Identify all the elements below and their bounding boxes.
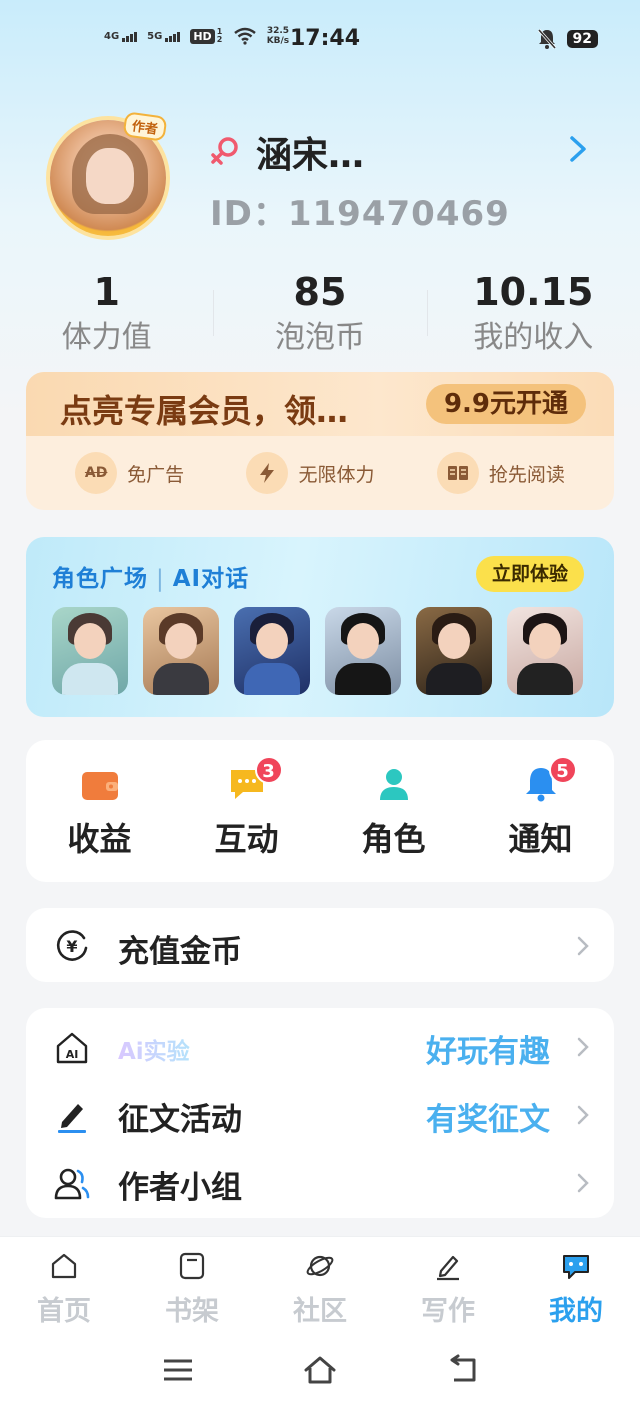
tab-write[interactable]: 写作 [384,1237,512,1338]
signal-5g-icon: 5G [147,31,181,42]
vip-perks: AD 免广告 无限体力 抢先阅读 [26,436,614,510]
home-nav-icon[interactable] [302,1354,338,1386]
perk-no-ads: AD 免广告 [75,452,184,494]
mute-bell-icon [537,29,556,49]
character-avatar[interactable] [234,607,310,695]
ai-lab-label: Ai实验 [118,1032,190,1066]
recharge-row[interactable]: ¥ 充值金币 [26,908,614,982]
signal-4g-icon: 4G [104,31,138,42]
status-right: 92 [537,28,598,50]
wallet-icon [81,772,118,800]
group-icon [54,1168,90,1200]
quick-notifications[interactable]: 5 通知 [467,740,614,882]
battery-indicator: 92 [566,30,598,48]
system-navigation-bar [0,1338,640,1408]
lightning-icon [246,452,289,494]
chevron-right-icon [577,1105,589,1125]
character-avatar[interactable] [325,607,401,695]
interaction-badge: 3 [254,756,283,784]
ai-house-icon: AI [56,1032,88,1064]
vip-title: 点亮专属会员，领… [60,392,349,430]
clock: 17:44 [290,26,361,51]
menu-icon[interactable] [160,1354,196,1386]
quick-actions-card: 收益 3 互动 角色 5 通知 [26,740,614,882]
person-icon [379,769,408,800]
quick-earnings[interactable]: 收益 [26,740,173,882]
stat-stamina[interactable]: 1 体力值 [0,266,213,366]
character-plaza-title: 角色广场 | AI对话 [52,566,250,592]
tab-mine[interactable]: 我的 [512,1237,640,1338]
tab-community[interactable]: 社区 [256,1237,384,1338]
chevron-right-icon [577,1173,589,1193]
character-avatar[interactable] [52,607,128,695]
username[interactable]: 涵宋… [256,126,364,178]
menu-row-ai-lab[interactable]: AI Ai实验 好玩有趣 [26,1012,614,1080]
avatar[interactable]: 作者 [46,111,170,236]
character-plaza-card[interactable]: 角色广场 | AI对话 立即体验 [26,537,614,717]
perk-early-reading: 抢先阅读 [436,452,565,494]
character-avatars [52,607,583,695]
stat-income[interactable]: 10.15 我的收入 [426,266,640,366]
svg-text:¥: ¥ [66,937,77,956]
status-left: 4G 5G HD 1 2 32.5 KB/s [104,26,289,46]
character-avatar[interactable] [416,607,492,695]
try-now-button[interactable]: 立即体验 [475,556,584,592]
menu-row-essay-contest[interactable]: 征文活动 有奖征文 [26,1080,614,1148]
home-icon [51,1253,77,1279]
back-icon[interactable] [444,1354,480,1386]
tab-bookshelf[interactable]: 书架 [128,1237,256,1338]
quick-character[interactable]: 角色 [320,740,467,882]
yuan-coin-icon: ¥ [56,930,88,961]
character-avatar[interactable] [507,607,583,695]
female-gender-icon [211,137,238,165]
wifi-icon [233,27,256,45]
bookshelf-icon [179,1252,205,1280]
hd-indicator: HD 1 2 [190,28,222,44]
status-bar: 4G 5G HD 1 2 32.5 KB/s 17:44 92 [0,0,640,80]
character-avatar[interactable] [143,607,219,695]
menu-row-author-group[interactable]: 作者小组 [26,1148,614,1216]
vip-banner[interactable]: 点亮专属会员，领… 9.9元开通 AD 免广告 无限体力 抢先阅读 [26,372,614,510]
write-icon [437,1255,459,1281]
no-ads-icon: AD [75,452,118,494]
svg-text:AI: AI [66,1048,79,1061]
pen-icon [58,1104,86,1133]
tab-home[interactable]: 首页 [0,1237,128,1338]
notification-badge: 5 [548,756,577,784]
recharge-card: ¥ 充值金币 [26,908,614,982]
bottom-tab-bar: 首页 书架 社区 写作 我的 [0,1236,640,1338]
menu-card: AI Ai实验 好玩有趣 征文活动 有奖征文 作者小组 [26,1008,614,1218]
quick-interaction[interactable]: 3 互动 [173,740,320,882]
stats-row: 1 体力值 85 泡泡币 10.15 我的收入 [0,266,640,366]
user-id: ID：119470469 [210,194,510,234]
chevron-right-icon [577,936,589,956]
perk-unlimited-stamina: 无限体力 [246,452,375,494]
planet-icon [306,1255,334,1277]
chevron-right-icon [577,1037,589,1057]
chevron-right-icon[interactable] [566,134,590,164]
network-speed: 32.5 KB/s [266,26,290,46]
vip-activate-button[interactable]: 9.9元开通 [425,384,586,424]
profile-chat-icon [563,1255,589,1279]
book-icon [436,452,479,494]
stat-bubble-coins[interactable]: 85 泡泡币 [213,266,426,366]
